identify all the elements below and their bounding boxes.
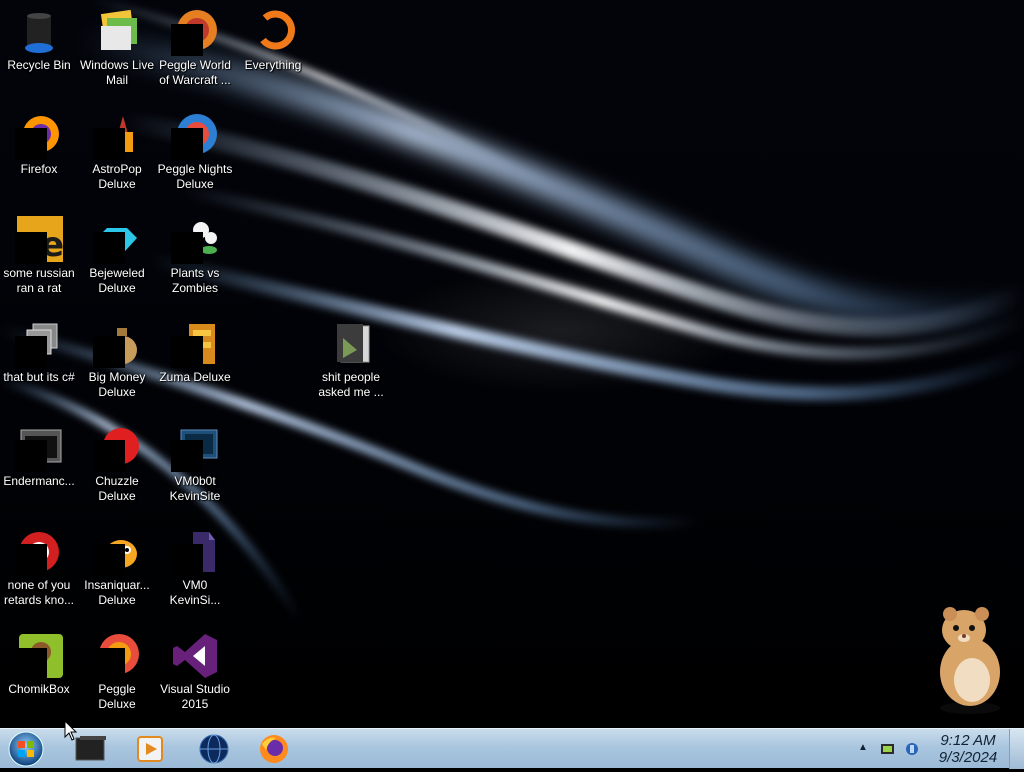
firefox-icon [260, 735, 288, 763]
desktop-icon-label: Plants vs Zombies [170, 266, 220, 295]
desktop-icon-label: Endermanc... [3, 474, 75, 488]
desktop-icon-label: VM0b0t KevinSite [169, 474, 221, 503]
chuzzle-icon [93, 424, 141, 472]
desktop-icon-label: Peggle Nights Deluxe [157, 162, 233, 191]
visual-studio-icon [171, 632, 219, 680]
desktop-icon-label: none of you retards kno... [3, 578, 75, 607]
desktop-icon-label: Visual Studio 2015 [160, 682, 230, 711]
desktop-icon-peggle-world-of-warcraft[interactable]: Peggle World of Warcraft ... [156, 0, 234, 100]
show-desktop-button[interactable] [1009, 729, 1024, 769]
taskbar-firefox[interactable] [254, 732, 294, 766]
hamster-pet-icon[interactable] [920, 600, 1010, 715]
taskbar-media-player[interactable] [130, 732, 170, 766]
peggle-nights-icon [171, 112, 219, 160]
terminal-window-icon [15, 424, 63, 472]
desktop-icon-label: Recycle Bin [7, 58, 71, 72]
globe-icon [199, 734, 229, 764]
show-hidden-icons-arrow-icon[interactable]: ▲ [858, 742, 868, 753]
desktop-icon-label: Chuzzle Deluxe [95, 474, 139, 503]
desktop-icon-chuzzle-deluxe[interactable]: Chuzzle Deluxe [78, 416, 156, 516]
desktop-icon-chomikbox[interactable]: ChomikBox [0, 624, 78, 724]
desktop-icon-none-of-you[interactable]: none of you retards kno... [0, 520, 78, 620]
desktop-icon-vm0-kevinsi[interactable]: VM0 KevinSi... [156, 520, 234, 620]
battery-icon[interactable] [880, 742, 896, 756]
desktop-icon-that-but-its-csharp[interactable]: that but its c# [0, 312, 78, 412]
start-orb-icon [8, 731, 44, 767]
folder-icon [327, 320, 375, 368]
desktop-icon-label: shit people asked me ... [318, 370, 384, 399]
desktop-icon-shit-people-asked-me[interactable]: shit people asked me ... [312, 312, 390, 412]
desktop[interactable]: Recycle Bin Firefox e some russian ran a… [0, 0, 1024, 728]
peggle-wow-icon [171, 8, 219, 56]
desktop-icon-label: Zuma Deluxe [159, 370, 231, 384]
desktop-icon-label: Windows Live Mail [79, 58, 155, 87]
desktop-icon-label: Peggle Deluxe [98, 682, 136, 711]
desktop-icon-label: Big Money Deluxe [88, 370, 146, 399]
desktop-icon-label: AstroPop Deluxe [92, 162, 142, 191]
desktop-icon-label: Insaniquar... Deluxe [84, 578, 150, 607]
desktop-icon-peggle-deluxe[interactable]: Peggle Deluxe [78, 624, 156, 724]
bejeweled-icon [93, 216, 141, 264]
desktop-icon-label: ChomikBox [8, 682, 70, 696]
desktop-icon-some-russian-ran-a-rat[interactable]: e some russian ran a rat [0, 208, 78, 308]
desktop-icon-plants-vs-zombies[interactable]: Plants vs Zombies [156, 208, 234, 308]
plants-vs-zombies-icon [171, 216, 219, 264]
desktop-icon-label: some russian ran a rat [3, 266, 75, 295]
network-icon[interactable] [904, 741, 920, 757]
start-button[interactable] [6, 731, 46, 767]
desktop-icon-insaniquarium-deluxe[interactable]: Insaniquar... Deluxe [78, 520, 156, 620]
desktop-icon-recycle-bin[interactable]: Recycle Bin [0, 0, 78, 100]
desktop-icon-bejeweled-deluxe[interactable]: Bejeweled Deluxe [78, 208, 156, 308]
chomikbox-icon [15, 632, 63, 680]
astropop-icon [93, 112, 141, 160]
firefox-icon [15, 112, 63, 160]
stacked-windows-icon [15, 320, 63, 368]
desktop-icon-label: Firefox [20, 162, 58, 176]
clock-date: 9/3/2024 [938, 749, 998, 766]
taskbar-globe[interactable] [194, 732, 234, 766]
desktop-icon-label: that but its c# [3, 370, 75, 384]
desktop-icon-label: VM0 KevinSi... [169, 578, 221, 607]
big-money-icon [93, 320, 141, 368]
vm-display-icon [171, 424, 219, 472]
everything-search-icon [249, 8, 297, 56]
taskbar: ▲ 9:12 AM 9/3/2024 [0, 728, 1024, 769]
media-player-icon [137, 736, 163, 762]
insaniquarium-icon [93, 528, 141, 576]
desktop-icon-endermanc[interactable]: Endermanc... [0, 416, 78, 516]
desktop-icon-astropop-deluxe[interactable]: AstroPop Deluxe [78, 104, 156, 204]
desktop-icon-big-money-deluxe[interactable]: Big Money Deluxe [78, 312, 156, 412]
desktop-icon-label: Everything [244, 58, 302, 72]
desktop-icon-label: Peggle World of Warcraft ... [159, 58, 231, 87]
mouse-cursor-icon [64, 720, 78, 741]
desktop-icon-firefox[interactable]: Firefox [0, 104, 78, 204]
red-app-icon [15, 528, 63, 576]
archive-e-icon: e [15, 216, 64, 265]
desktop-icon-peggle-nights-deluxe[interactable]: Peggle Nights Deluxe [156, 104, 234, 204]
desktop-icon-label: Bejeweled Deluxe [89, 266, 145, 295]
desktop-icon-zuma-deluxe[interactable]: Zuma Deluxe [156, 312, 234, 412]
recycle-bin-icon [15, 8, 63, 56]
desktop-icon-vm0b0t-kevinsite[interactable]: VM0b0t KevinSite [156, 416, 234, 516]
clock[interactable]: 9:12 AM 9/3/2024 [922, 732, 1014, 766]
purple-file-icon [171, 528, 219, 576]
desktop-icon-visual-studio-2015[interactable]: Visual Studio 2015 [156, 624, 234, 724]
zuma-icon [171, 320, 219, 368]
windows-live-mail-icon [93, 8, 141, 56]
clock-time: 9:12 AM [940, 732, 996, 749]
desktop-icon-windows-live-mail[interactable]: Windows Live Mail [78, 0, 156, 100]
peggle-icon [93, 632, 141, 680]
desktop-icon-everything[interactable]: Everything [234, 0, 312, 100]
